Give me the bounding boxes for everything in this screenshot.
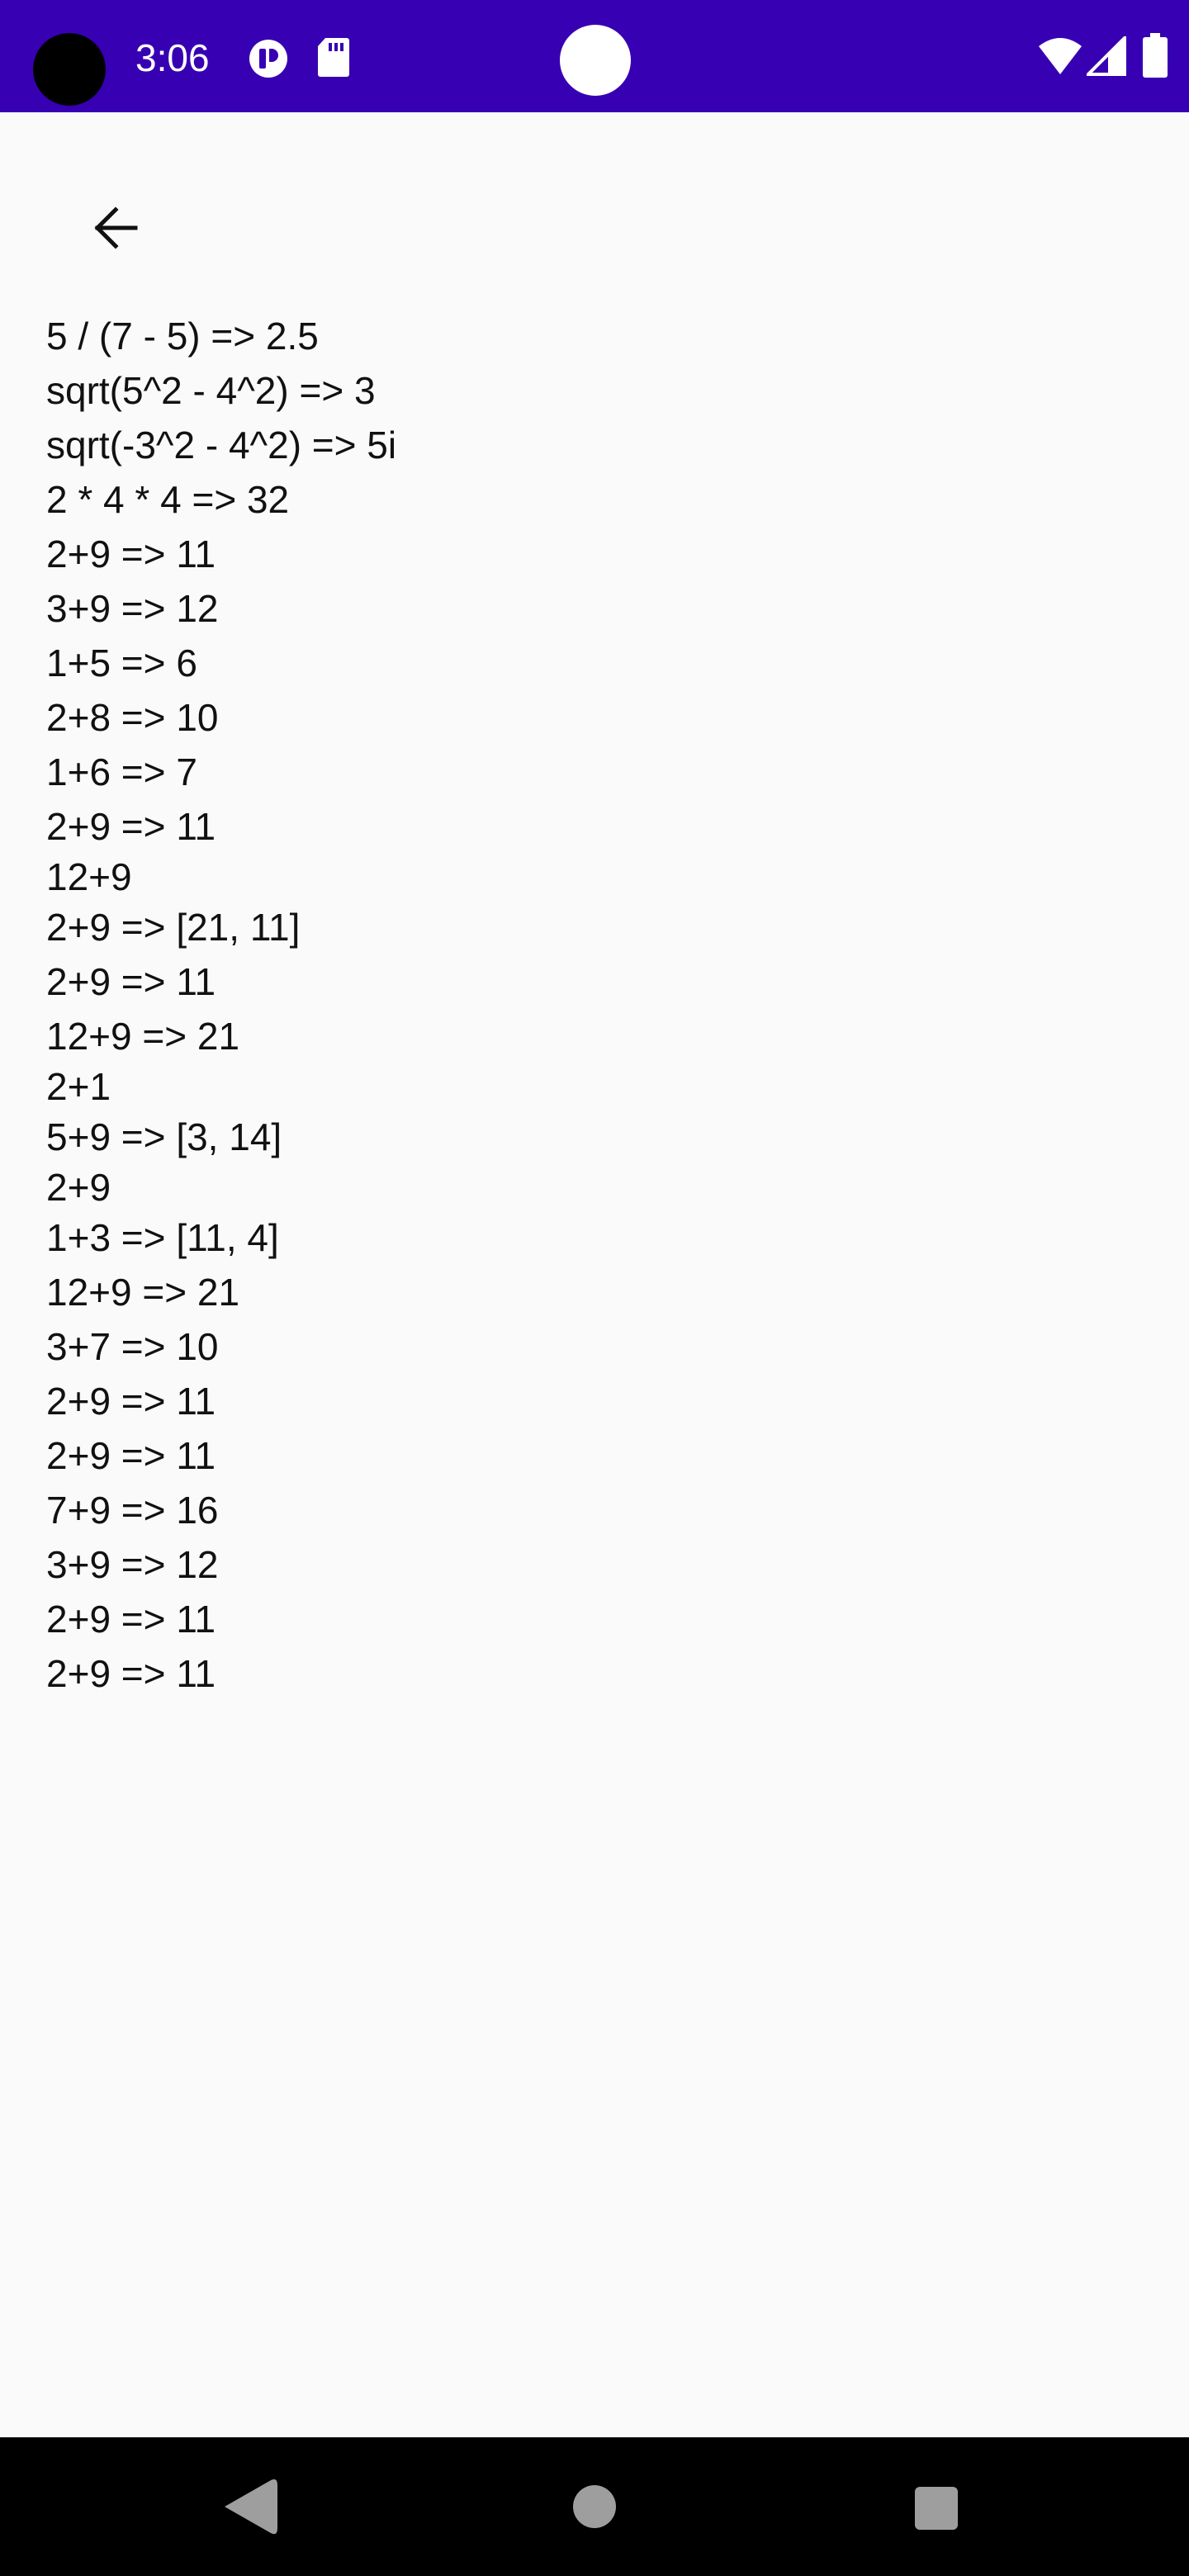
result-item: 1+3 => [11, 4] [46,1216,279,1259]
result-item: 1+5 => 6 [46,642,197,684]
result-item: 3+9 => 12 [46,587,219,630]
sd-card-icon [318,38,349,77]
result-item: 2+9 => [21, 11] [46,906,301,949]
nav-back-icon[interactable] [221,2475,281,2538]
arrow-back-icon [94,206,138,249]
result-item: 3+7 => 10 [46,1325,219,1368]
signal-icon [1087,36,1126,76]
center-dot [560,25,631,96]
result-item: 2+9 => 11 [46,1380,216,1423]
result-item: 5+9 => [3, 14] [46,1115,282,1158]
a-icon [249,40,287,78]
result-item: 12+9 => 21 [46,1271,240,1314]
result-item: 2+9 => 11 [46,1598,216,1641]
nav-home-icon[interactable] [573,2485,616,2528]
navigation-bar [0,2437,1189,2576]
status-bar: 3:06 [0,0,1189,112]
result-item: 5 / (7 - 5) => 2.5 [46,315,319,358]
result-item: 2+9 => 11 [46,1652,216,1695]
result-item: 2+9 => 11 [46,1434,216,1477]
results-list: 5 / (7 - 5) => 2.5 sqrt(5^2 - 4^2) => 3 sq… [46,309,1136,1701]
result-item: 1+6 => 7 [46,751,197,793]
result-item: 2+1 [46,1065,111,1108]
result-item: 12+9 => 21 [46,1015,240,1058]
result-item: sqrt(5^2 - 4^2) => 3 [46,369,376,412]
result-item: 2+9 => 11 [46,960,216,1003]
status-time: 3:06 [135,36,210,79]
result-item: 2+8 => 10 [46,696,219,739]
back-button[interactable] [76,188,155,268]
result-item: 12+9 [46,855,132,898]
nav-recents-icon[interactable] [915,2487,958,2530]
result-item: 2+9 => 11 [46,533,216,575]
result-item: 2+9 [46,1166,111,1209]
camera-cutout [33,33,106,106]
result-item: 3+9 => 12 [46,1543,219,1586]
battery-icon [1143,33,1168,78]
result-item: 2 * 4 * 4 => 32 [46,478,290,521]
wifi-icon [1039,38,1082,74]
result-item: 2+9 => 11 [46,805,216,848]
result-item: 7+9 => 16 [46,1489,219,1532]
result-item: sqrt(-3^2 - 4^2) => 5i [46,424,397,466]
